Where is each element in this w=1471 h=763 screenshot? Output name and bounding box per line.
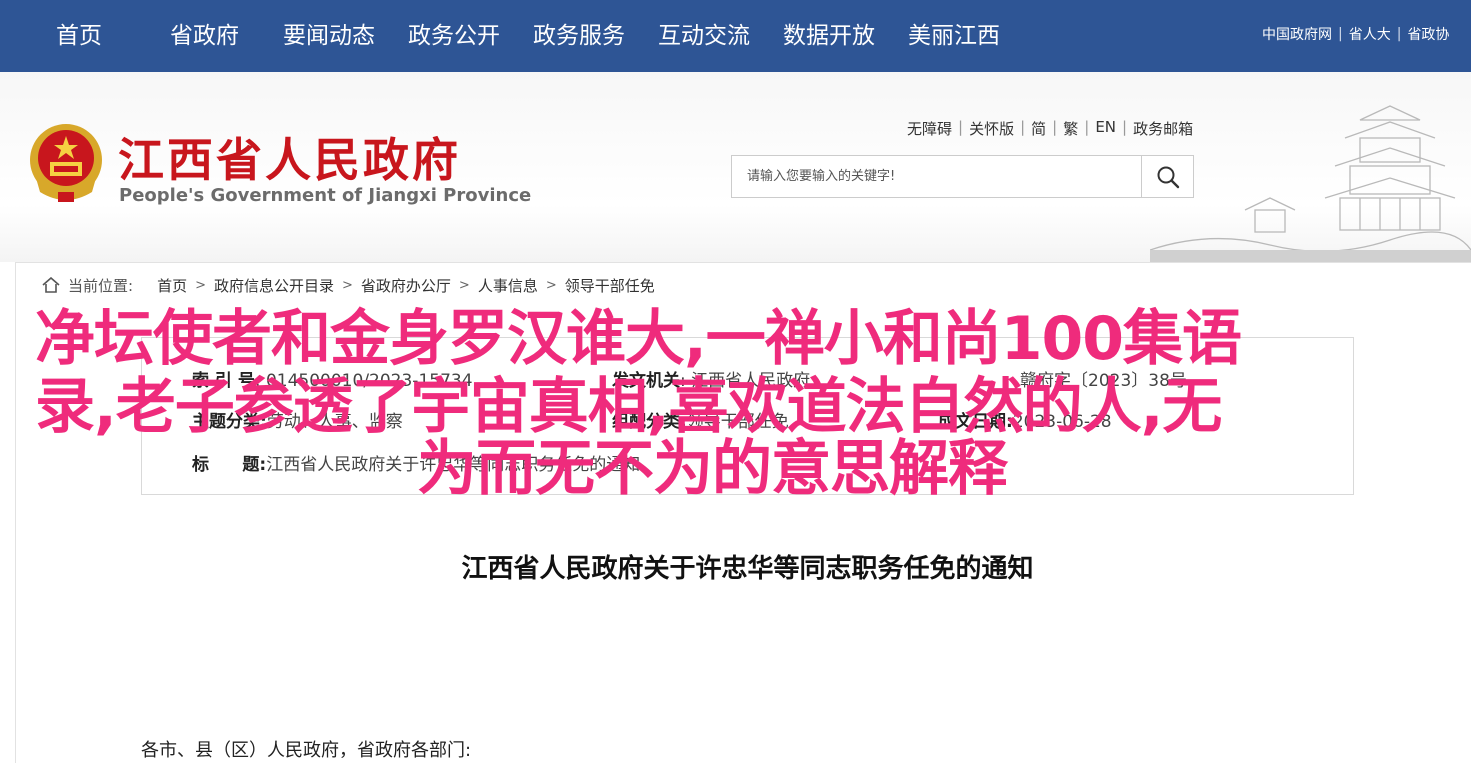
breadcrumb-item-catalog[interactable]: 政府信息公开目录 — [214, 275, 334, 296]
nav-item-beautiful-jiangxi[interactable]: 美丽江西 — [908, 0, 1000, 72]
separator: | — [1338, 26, 1343, 42]
info-topic: 组配分类:领导干部任免 — [612, 407, 789, 432]
info-date-label: 成文日期: — [938, 412, 1013, 432]
info-category-value: 劳动、人事、监察 — [266, 412, 403, 432]
info-category: 主题分类:劳动、人事、监察 — [192, 407, 403, 432]
nav-item-news[interactable]: 要闻动态 — [283, 0, 375, 72]
separator: | — [1122, 118, 1128, 136]
info-docno-value: 赣府字〔2023〕38号 — [1020, 371, 1187, 391]
info-docno: 赣府字〔2023〕38号 — [1020, 366, 1187, 391]
search-input[interactable] — [732, 156, 1142, 197]
breadcrumb-item-home[interactable]: 首页 — [157, 275, 187, 296]
separator: | — [1020, 118, 1026, 136]
pavilion-illustration — [1150, 105, 1471, 262]
info-title-value: 江西省人民政府关于许忠华等同志职务任免的通知 — [266, 455, 641, 475]
info-issuer-label: 发文机关 — [612, 371, 680, 391]
document-salutation: 各市、县（区）人民政府，省政府各部门: — [141, 740, 472, 761]
breadcrumb-separator: > — [342, 277, 353, 293]
site-title[interactable]: 江西省人民政府 — [118, 124, 461, 190]
info-issuer-value: : 江西省人民政府 — [680, 371, 811, 391]
search-box — [731, 155, 1194, 198]
site-header: 江西省人民政府 People's Government of Jiangxi P… — [0, 72, 1471, 262]
breadcrumb-separator: > — [195, 277, 206, 293]
info-topic-value: 领导干部任免 — [686, 412, 789, 432]
top-external-links: 中国政府网 | 省人大 | 省政协 — [1262, 22, 1471, 46]
link-english[interactable]: EN — [1095, 118, 1116, 139]
national-emblem-icon — [30, 124, 102, 202]
link-accessibility[interactable]: 无障碍 — [907, 118, 952, 139]
top-nav-bar: 首页 省政府 要闻动态 政务公开 政务服务 互动交流 数据开放 美丽江西 中国政… — [0, 0, 1471, 72]
separator: | — [1084, 118, 1090, 136]
link-provincial-cppcc[interactable]: 省政协 — [1407, 24, 1449, 44]
link-provincial-congress[interactable]: 省人大 — [1349, 24, 1391, 44]
site-subtitle: People's Government of Jiangxi Province — [119, 185, 532, 206]
breadcrumb-item-appointments[interactable]: 领导干部任免 — [565, 275, 655, 296]
breadcrumb-label: 当前位置: — [68, 276, 134, 295]
separator: | — [1396, 26, 1402, 42]
info-index: 索 引 号: 014500010/2023-15734 — [192, 366, 473, 391]
nav-item-interaction[interactable]: 互动交流 — [658, 0, 750, 72]
info-date-value: 2023-06-28 — [1012, 412, 1112, 432]
info-category-label: 主题分类: — [192, 412, 267, 432]
info-topic-label: 组配分类: — [612, 412, 687, 432]
breadcrumb-item-general-office[interactable]: 省政府办公厅 — [361, 275, 451, 296]
link-traditional[interactable]: 繁 — [1063, 118, 1078, 139]
home-icon — [42, 277, 60, 293]
separator: | — [1052, 118, 1058, 136]
nav-item-provincial-government[interactable]: 省政府 — [170, 0, 239, 72]
separator: | — [958, 118, 964, 136]
nav-item-open-government[interactable]: 政务公开 — [408, 0, 500, 72]
nav-item-home[interactable]: 首页 — [56, 0, 102, 72]
info-index-label: 索 引 号 — [192, 371, 255, 391]
info-index-value: : 014500010/2023-15734 — [254, 371, 473, 391]
nav-item-government-services[interactable]: 政务服务 — [533, 0, 625, 72]
breadcrumb: 当前位置: 首页 > 政府信息公开目录 > 省政府办公厅 > 人事信息 > 领导… — [42, 274, 655, 296]
info-date: 成文日期:2023-06-28 — [938, 407, 1112, 432]
breadcrumb-item-personnel[interactable]: 人事信息 — [478, 275, 538, 296]
link-care-mode[interactable]: 关怀版 — [969, 118, 1014, 139]
info-title: 标 题:江西省人民政府关于许忠华等同志职务任免的通知 — [192, 450, 640, 475]
info-title-label-2: 题: — [242, 455, 267, 475]
link-central-government[interactable]: 中国政府网 — [1262, 24, 1332, 44]
link-simplified[interactable]: 简 — [1031, 118, 1046, 139]
document-title: 江西省人民政府关于许忠华等同志职务任免的通知 — [461, 554, 1034, 584]
breadcrumb-separator: > — [545, 277, 557, 293]
nav-item-open-data[interactable]: 数据开放 — [783, 0, 875, 72]
info-title-label: 标 — [192, 455, 209, 475]
breadcrumb-separator: > — [458, 277, 470, 293]
info-issuer: 发文机关: 江西省人民政府 — [612, 366, 810, 391]
